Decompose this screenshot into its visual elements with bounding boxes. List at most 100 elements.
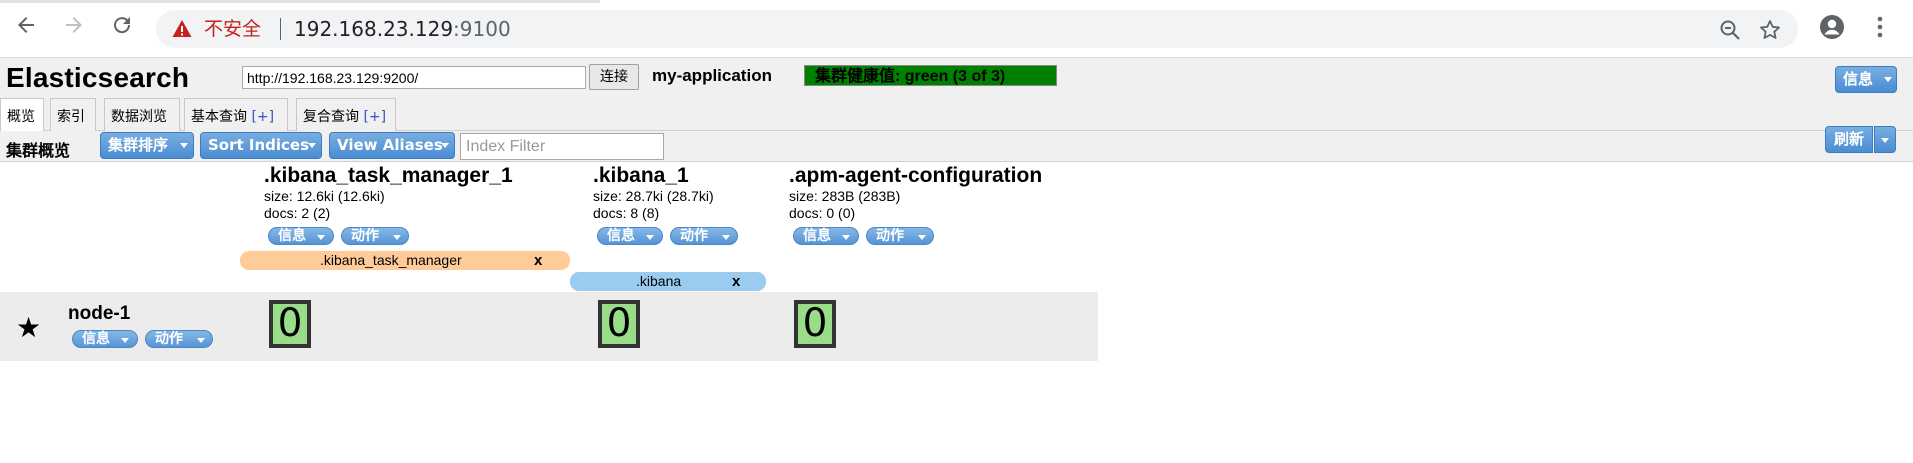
node-info-button[interactable]: 信息 bbox=[72, 330, 138, 348]
index-name: .kibana_1 bbox=[593, 164, 689, 187]
alias-bar: .kibana_task_manager x bbox=[240, 251, 570, 270]
sort-cluster-label: 集群排序 bbox=[108, 136, 169, 154]
index-info-button[interactable]: 信息 bbox=[268, 227, 334, 245]
address-separator bbox=[280, 18, 281, 40]
bookmark-star-icon[interactable] bbox=[1758, 18, 1782, 42]
index-filter-input[interactable] bbox=[460, 133, 664, 160]
back-arrow-icon[interactable] bbox=[14, 13, 38, 37]
browser-menu-icon[interactable] bbox=[1866, 13, 1894, 41]
tab-compound-query-plus: [+] bbox=[363, 109, 387, 125]
cluster-url-input[interactable] bbox=[242, 66, 586, 89]
tab-basic-query-label: 基本查询 bbox=[191, 109, 247, 125]
shard-box[interactable]: 0 bbox=[269, 300, 311, 348]
tab-overview[interactable]: 概览 bbox=[0, 98, 44, 131]
overview-title: 集群概览 bbox=[6, 141, 71, 160]
alias-name: .kibana bbox=[636, 273, 682, 289]
index-size: size: 28.7ki (28.7ki) bbox=[593, 188, 714, 204]
reload-icon[interactable] bbox=[110, 13, 134, 37]
chevron-down-icon bbox=[180, 143, 188, 148]
browser-tab-strip bbox=[0, 0, 1913, 3]
cluster-name: my-application bbox=[652, 66, 772, 85]
sort-indices-label: Sort Indices bbox=[208, 136, 310, 154]
chevron-down-icon bbox=[722, 235, 730, 240]
index-info-button[interactable]: 信息 bbox=[597, 227, 663, 245]
remove-alias-button[interactable]: x bbox=[732, 272, 740, 291]
node-row: ★ node-1 信息 动作 0 0 0 bbox=[0, 292, 1098, 361]
index-info-button[interactable]: 信息 bbox=[793, 227, 859, 245]
alias-bar: .kibana x bbox=[570, 272, 766, 291]
index-docs: docs: 0 (0) bbox=[789, 205, 856, 221]
tab-browser[interactable]: 数据浏览 bbox=[104, 98, 180, 131]
refresh-button[interactable]: 刷新 bbox=[1825, 126, 1873, 153]
chevron-down-icon bbox=[441, 143, 449, 148]
node-name: node-1 bbox=[68, 303, 131, 324]
remove-alias-button[interactable]: x bbox=[534, 251, 542, 270]
not-secure-label[interactable]: 不安全 bbox=[204, 19, 261, 39]
chevron-down-icon bbox=[317, 235, 325, 240]
chevron-down-icon bbox=[1884, 77, 1892, 82]
index-action-label: 动作 bbox=[876, 228, 904, 244]
sort-cluster-button[interactable]: 集群排序 bbox=[100, 132, 194, 159]
chevron-down-icon bbox=[842, 235, 850, 240]
index-size: size: 12.6ki (12.6ki) bbox=[264, 188, 385, 204]
tab-browser-label: 数据浏览 bbox=[111, 109, 167, 125]
index-info-label: 信息 bbox=[278, 228, 306, 244]
connect-button[interactable]: 连接 bbox=[589, 64, 639, 90]
tab-basic-query[interactable]: 基本查询 [+] bbox=[184, 98, 288, 131]
profile-avatar-icon[interactable] bbox=[1818, 13, 1846, 41]
chevron-down-icon bbox=[308, 143, 316, 148]
sort-indices-button[interactable]: Sort Indices bbox=[200, 132, 322, 159]
url-host: 192.168.23.129 bbox=[294, 17, 454, 41]
index-action-button[interactable]: 动作 bbox=[866, 227, 934, 245]
index-action-label: 动作 bbox=[680, 228, 708, 244]
master-star-icon: ★ bbox=[16, 312, 42, 343]
chevron-down-icon bbox=[393, 235, 401, 240]
view-aliases-button[interactable]: View Aliases bbox=[329, 132, 455, 159]
alias-name: .kibana_task_manager bbox=[320, 252, 462, 268]
index-info-label: 信息 bbox=[607, 228, 635, 244]
node-action-label: 动作 bbox=[155, 331, 183, 347]
chevron-down-icon bbox=[1881, 138, 1889, 143]
index-action-label: 动作 bbox=[351, 228, 379, 244]
chevron-down-icon bbox=[197, 338, 205, 343]
chevron-down-icon bbox=[918, 235, 926, 240]
zoom-icon[interactable] bbox=[1718, 18, 1742, 42]
tab-basic-query-plus: [+] bbox=[251, 109, 275, 125]
tab-compound-query-label: 复合查询 bbox=[303, 109, 359, 125]
index-docs: docs: 8 (8) bbox=[593, 205, 660, 221]
tab-overview-label: 概览 bbox=[7, 109, 35, 125]
forward-arrow-icon[interactable] bbox=[62, 13, 86, 37]
view-aliases-label: View Aliases bbox=[337, 136, 443, 154]
index-action-button[interactable]: 动作 bbox=[341, 227, 409, 245]
chevron-down-icon bbox=[121, 338, 129, 343]
tab-indices-label: 索引 bbox=[57, 109, 85, 125]
shard-box[interactable]: 0 bbox=[794, 300, 836, 348]
info-menu-label: 信息 bbox=[1843, 70, 1874, 88]
refresh-button-group: 刷新 bbox=[1825, 126, 1896, 153]
index-action-button[interactable]: 动作 bbox=[670, 227, 738, 245]
index-name: .apm-agent-configuration bbox=[789, 164, 1043, 187]
chevron-down-icon bbox=[646, 235, 654, 240]
index-column: .apm-agent-configuration size: 283B (283… bbox=[789, 164, 1042, 222]
address-bar[interactable]: 不安全 192.168.23.129:9100 bbox=[156, 10, 1798, 48]
index-info-label: 信息 bbox=[803, 228, 831, 244]
index-size: size: 283B (283B) bbox=[789, 188, 901, 204]
refresh-options-button[interactable] bbox=[1874, 126, 1896, 153]
tab-compound-query[interactable]: 复合查询 [+] bbox=[296, 98, 396, 131]
url-text[interactable]: 192.168.23.129:9100 bbox=[294, 17, 511, 41]
url-port: :9100 bbox=[453, 17, 511, 41]
app-title: Elasticsearch bbox=[6, 62, 190, 93]
index-column: .kibana_1 size: 28.7ki (28.7ki) docs: 8 … bbox=[593, 164, 714, 222]
browser-toolbar: 不安全 192.168.23.129:9100 bbox=[0, 0, 1913, 58]
active-tab-edge bbox=[600, 0, 1913, 3]
warning-icon bbox=[172, 20, 192, 37]
node-info-label: 信息 bbox=[82, 331, 110, 347]
tab-indices[interactable]: 索引 bbox=[50, 98, 96, 131]
shard-box[interactable]: 0 bbox=[598, 300, 640, 348]
index-docs: docs: 2 (2) bbox=[264, 205, 331, 221]
node-action-button[interactable]: 动作 bbox=[145, 330, 213, 348]
info-menu-button[interactable]: 信息 bbox=[1835, 66, 1897, 93]
cluster-health-badge: 集群健康值: green (3 of 3) bbox=[804, 65, 1057, 86]
index-name: .kibana_task_manager_1 bbox=[264, 164, 513, 187]
index-column: .kibana_task_manager_1 size: 12.6ki (12.… bbox=[264, 164, 513, 222]
